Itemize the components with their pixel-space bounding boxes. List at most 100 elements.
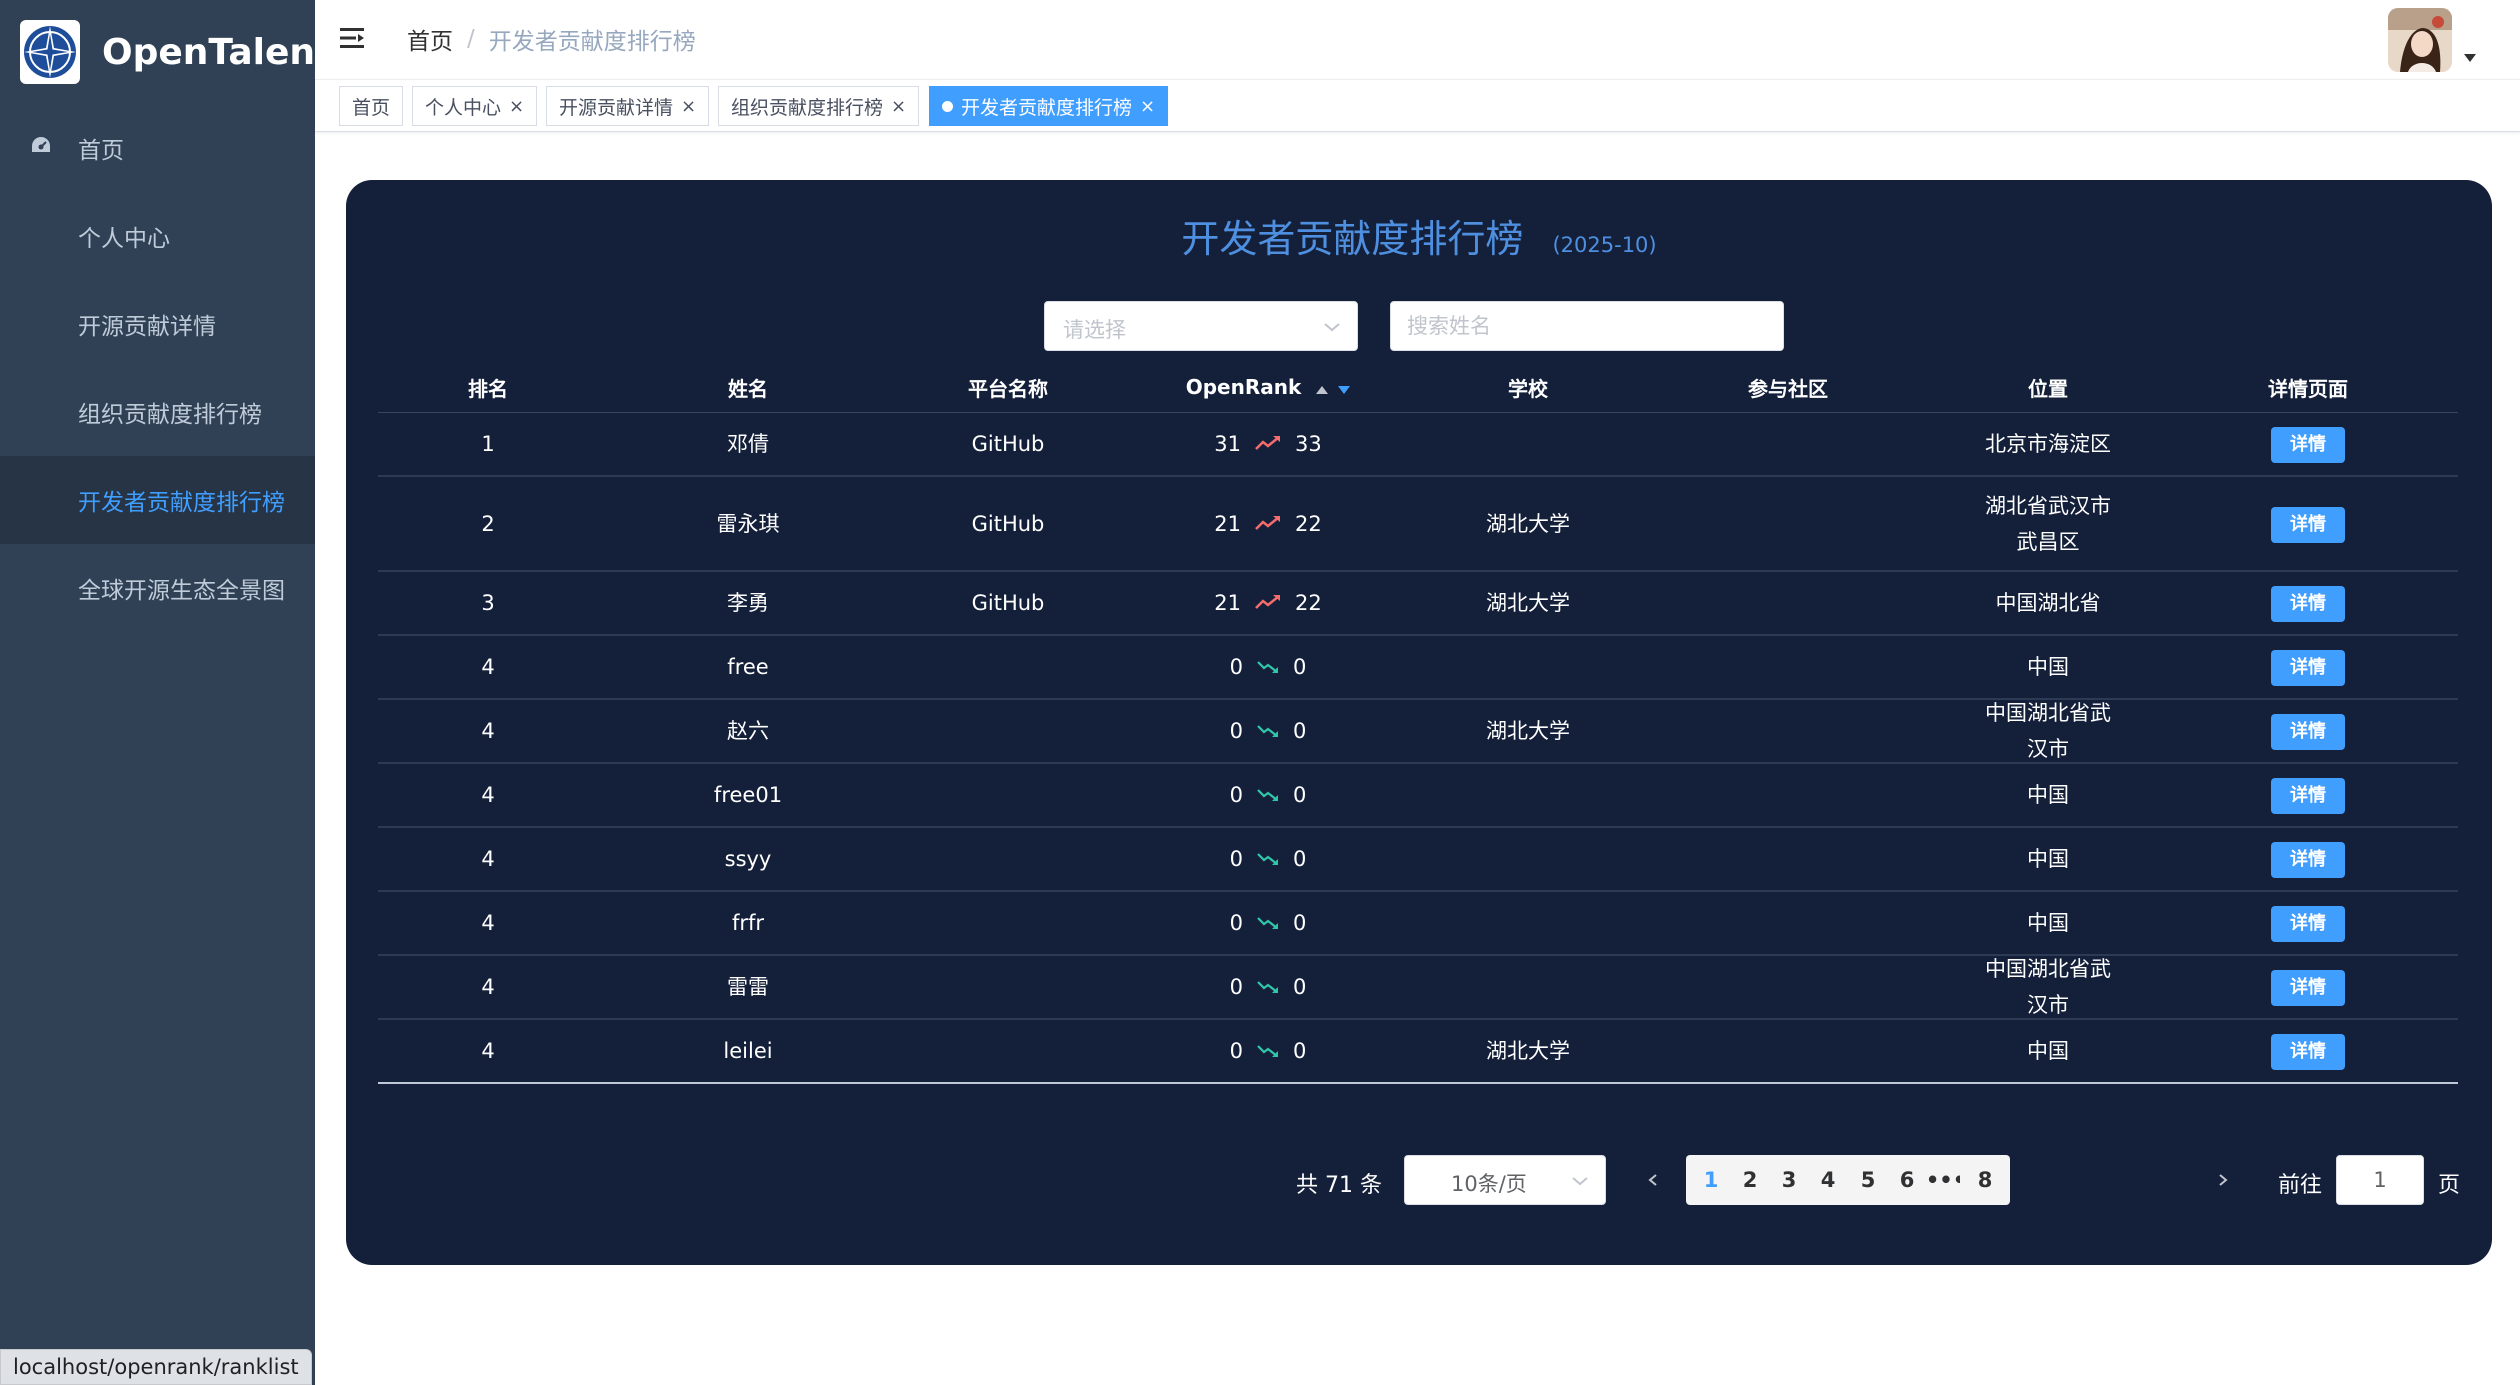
search-name-input[interactable] <box>1390 301 1784 351</box>
sidebar-item-ecosystem-map[interactable]: 全球开源生态全景图 <box>0 544 315 632</box>
sort-icons[interactable] <box>1316 386 1351 394</box>
table-row: 4 赵六 0 0 湖北大学 中国湖北省武汉市 详情 <box>378 700 2458 764</box>
detail-button[interactable]: 详情 <box>2271 1034 2345 1070</box>
detail-button[interactable]: 详情 <box>2271 842 2345 878</box>
sort-ascending-icon <box>1316 386 1329 394</box>
sidebar-item-org-ranking[interactable]: 组织贡献度排行榜 <box>0 368 315 456</box>
cell-name: ssyy <box>724 847 772 871</box>
detail-button[interactable]: 详情 <box>2271 906 2345 942</box>
pagination-goto-input[interactable] <box>2336 1155 2424 1205</box>
close-icon[interactable]: × <box>891 96 906 117</box>
tag-org-ranking[interactable]: 组织贡献度排行榜 × <box>718 86 920 126</box>
cell-openrank: 21 22 <box>1118 585 1418 621</box>
cell-name: leilei <box>723 1039 773 1063</box>
caret-down-icon[interactable] <box>2464 47 2476 66</box>
openrank-current: 0 <box>1293 719 1307 743</box>
filter-select[interactable]: 请选择 <box>1044 301 1358 351</box>
tag-profile[interactable]: 个人中心 × <box>412 86 538 126</box>
avatar[interactable] <box>2388 8 2452 72</box>
close-icon[interactable]: × <box>1140 96 1155 117</box>
table-header: 排名 姓名 平台名称 OpenRank 学校 参与社区 位置 详情页面 <box>378 362 2458 413</box>
detail-button[interactable]: 详情 <box>2271 778 2345 814</box>
cell-school: 湖北大学 <box>1486 719 1570 743</box>
cell-rank: 4 <box>481 911 495 935</box>
detail-button[interactable]: 详情 <box>2271 427 2345 463</box>
user-menu[interactable] <box>2388 8 2476 72</box>
column-header-openrank[interactable]: OpenRank <box>1118 375 1418 399</box>
sidebar-menu: 首页 个人中心 开源贡献详情 组织贡献度排行榜 开发者贡献度排行榜 全球开源生态… <box>0 104 315 632</box>
cell-rank: 4 <box>481 975 495 999</box>
detail-button[interactable]: 详情 <box>2271 586 2345 622</box>
trend-down-icon <box>1257 713 1279 749</box>
openrank-previous: 0 <box>1229 1039 1243 1063</box>
breadcrumb-home[interactable]: 首页 <box>407 22 453 56</box>
cell-openrank: 00 <box>1118 841 1418 877</box>
trend-up-icon <box>1255 585 1281 621</box>
cell-openrank: 00 <box>1118 713 1418 749</box>
cell-school: 湖北大学 <box>1486 511 1570 536</box>
cell-detail: 详情 <box>2158 425 2458 463</box>
cell-openrank: 31 33 <box>1118 426 1418 462</box>
openrank-current: 0 <box>1293 911 1307 935</box>
cell-detail: 详情 <box>2158 776 2458 814</box>
cell-location: 中国湖北省 <box>1995 591 2101 615</box>
table-row: 4 leilei 0 0 湖北大学 中国 详情 <box>378 1020 2458 1084</box>
cell-detail: 详情 <box>2158 968 2458 1006</box>
sidebar-item-label: 开发者贡献度排行榜 <box>78 490 285 516</box>
cell-openrank: 00 <box>1118 905 1418 941</box>
logo-area[interactable]: OpenTalent <box>0 0 332 104</box>
cell-detail: 详情 <box>2158 648 2458 686</box>
logo-icon <box>20 20 80 84</box>
close-icon[interactable]: × <box>681 96 696 117</box>
column-header-name: 姓名 <box>728 376 768 401</box>
trend-down-icon <box>1257 1033 1279 1069</box>
chevron-right-icon[interactable] <box>2216 1165 2230 1199</box>
column-header-platform: 平台名称 <box>968 376 1048 401</box>
openrank-previous: 0 <box>1229 655 1243 679</box>
column-header-location: 位置 <box>2028 376 2068 401</box>
cell-name: 雷永琪 <box>716 511 780 536</box>
table-row: 4 free 0 0 中国 详情 <box>378 636 2458 700</box>
detail-button[interactable]: 详情 <box>2271 970 2345 1006</box>
ranking-card: 开发者贡献度排行榜 (2025-10) 请选择 排名 姓名 平台名称 OpenR… <box>346 180 2492 1265</box>
cell-detail: 详情 <box>2158 1032 2458 1070</box>
detail-button[interactable]: 详情 <box>2271 650 2345 686</box>
detail-button[interactable]: 详情 <box>2271 506 2345 543</box>
sidebar-item-contribution-detail[interactable]: 开源贡献详情 <box>0 280 315 368</box>
sidebar-item-label: 个人中心 <box>78 226 170 252</box>
cell-openrank: 21 22 <box>1118 506 1418 542</box>
cell-name: frfr <box>731 911 765 935</box>
cell-openrank: 00 <box>1118 649 1418 685</box>
cell-location: 中国 <box>2027 1039 2069 1063</box>
hamburger-menu-icon[interactable] <box>340 26 366 54</box>
openrank-current: 0 <box>1293 1039 1307 1063</box>
openrank-previous: 0 <box>1229 719 1243 743</box>
openrank-current: 22 <box>1295 591 1322 615</box>
pagination-total: 共 71 条 <box>1296 1173 1382 1198</box>
navbar: 首页 / 开发者贡献度排行榜 <box>315 0 2520 80</box>
cell-rank: 4 <box>481 719 495 743</box>
ranking-table: 排名 姓名 平台名称 OpenRank 学校 参与社区 位置 详情页面 1 邓倩 G… <box>378 362 2458 1084</box>
table-row: 4 ssyy 0 0 中国 详情 <box>378 828 2458 892</box>
active-dot-icon <box>942 100 953 112</box>
pagination-page-suffix: 页 <box>2438 1173 2461 1198</box>
close-icon[interactable]: × <box>509 96 524 117</box>
sidebar-item-home[interactable]: 首页 <box>0 104 315 192</box>
detail-button[interactable]: 详情 <box>2271 714 2345 750</box>
cell-name: 赵六 <box>727 719 769 743</box>
tag-home[interactable]: 首页 <box>339 86 404 126</box>
tag-dev-ranking[interactable]: 开发者贡献度排行榜 × <box>929 86 1169 126</box>
openrank-previous: 0 <box>1229 911 1243 935</box>
pagination-page-button[interactable]: 8 <box>1960 1155 2010 1205</box>
sidebar-item-profile[interactable]: 个人中心 <box>0 192 315 280</box>
tag-contribution-detail[interactable]: 开源贡献详情 × <box>546 86 710 126</box>
page-size-select[interactable]: 10条/页 <box>1404 1155 1606 1205</box>
sidebar-item-dev-ranking[interactable]: 开发者贡献度排行榜 <box>0 456 315 544</box>
cell-platform: GitHub <box>971 591 1045 615</box>
openrank-previous: 0 <box>1229 847 1243 871</box>
column-header-openrank-label: OpenRank <box>1185 375 1302 399</box>
cell-location: 中国 <box>2027 847 2069 871</box>
chevron-left-icon[interactable] <box>1646 1165 1660 1199</box>
breadcrumb-separator: / <box>467 26 475 52</box>
openrank-current: 22 <box>1295 511 1322 536</box>
